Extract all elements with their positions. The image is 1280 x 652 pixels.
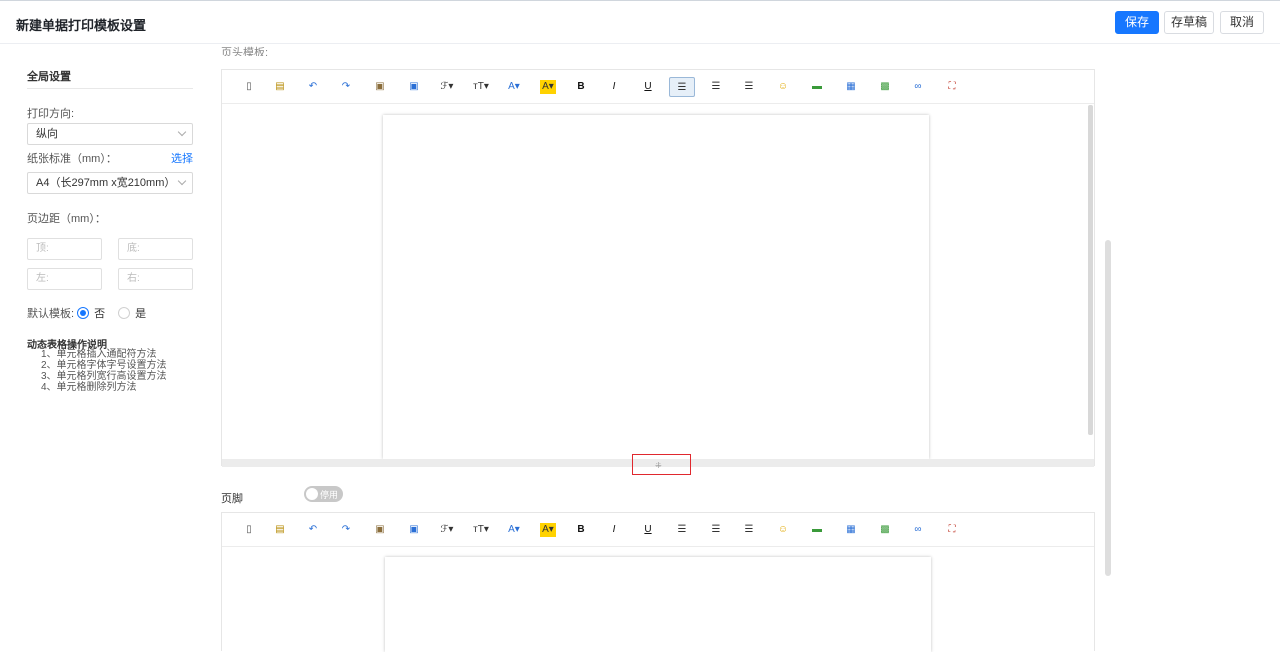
font-icon[interactable]: ℱ▾ (434, 520, 460, 540)
font-color-icon[interactable]: A▾ (501, 77, 527, 97)
orientation-value: 纵向 (36, 128, 58, 140)
footer-toggle[interactable]: 停用 (304, 486, 343, 502)
default-template-row: 默认模板: 否 是 (27, 305, 156, 321)
resize-handle[interactable]: ⁜ (632, 454, 691, 475)
save-button[interactable]: 保存 (1115, 11, 1159, 34)
emoji-icon[interactable]: ☺ (770, 520, 796, 540)
undo-icon[interactable]: ↶ (300, 77, 326, 97)
default-yes-radio[interactable] (118, 307, 131, 319)
table-icon[interactable]: ▦ (838, 520, 864, 540)
margin-bottom-input[interactable]: 底: (118, 238, 193, 260)
underline-icon[interactable]: U (635, 77, 661, 97)
align-right-icon[interactable]: ☰ (736, 77, 762, 97)
orientation-label: 打印方向: (27, 108, 75, 120)
align-left-icon[interactable]: ☰ (669, 77, 695, 97)
bg-color-icon[interactable]: A▾ (540, 523, 556, 537)
align-left-icon[interactable]: ☰ (669, 520, 695, 540)
insert-row-icon[interactable]: ▬ (804, 520, 830, 540)
editor-page[interactable] (383, 115, 929, 459)
redo-icon[interactable]: ↷ (333, 520, 359, 540)
header-template-label: 页头模板: (221, 47, 269, 56)
save-draft-button[interactable]: 存草稿 (1164, 11, 1214, 34)
bg-color-icon[interactable]: A▾ (540, 80, 556, 94)
template-icon[interactable]: ▤ (267, 520, 293, 540)
source-icon[interactable]: ▯ (236, 520, 262, 540)
bold-icon[interactable]: B (568, 77, 594, 97)
emoji-icon[interactable]: ☺ (770, 77, 796, 97)
chevron-down-icon (177, 127, 187, 137)
toggle-label: 停用 (320, 490, 339, 500)
help-link[interactable]: 3、单元格列宽行高设置方法 (41, 371, 167, 382)
help-link[interactable]: 4、单元格删除列方法 (41, 382, 167, 393)
paper-select-link[interactable]: 选择 (171, 150, 193, 166)
divider (27, 88, 193, 89)
section-title: 全局设置 (27, 71, 71, 83)
resize-grip-icon: ⁜ (655, 461, 662, 470)
italic-icon[interactable]: I (601, 77, 627, 97)
paste-text-icon[interactable]: ▣ (401, 520, 427, 540)
fullscreen-icon[interactable]: ⛶ (939, 77, 965, 97)
margin-left-input[interactable]: 左: (27, 268, 102, 290)
default-no-radio[interactable] (77, 307, 90, 319)
fullscreen-icon[interactable]: ⛶ (939, 520, 965, 540)
default-no-label: 否 (94, 308, 106, 320)
bold-icon[interactable]: B (568, 520, 594, 540)
font-size-icon[interactable]: тT▾ (468, 77, 494, 97)
chevron-down-icon (177, 176, 187, 186)
footer-editor[interactable]: ▯ ▤ ↶ ↷ ▣ ▣ ℱ▾ тT▾ A▾ A▾ B I U ☰ ☰ ☰ ☺ ▬ ▦ ▩ ∞ ⛶ (221, 512, 1095, 652)
font-icon[interactable]: ℱ▾ (434, 77, 460, 97)
default-label: 默认模板: (27, 308, 75, 320)
help-link[interactable]: 1、单元格插入通配符方法 (41, 349, 167, 360)
help-link[interactable]: 2、单元格字体字号设置方法 (41, 360, 167, 371)
paste-icon[interactable]: ▣ (367, 520, 393, 540)
paste-text-icon[interactable]: ▣ (401, 77, 427, 97)
template-icon[interactable]: ▤ (267, 77, 293, 97)
undo-icon[interactable]: ↶ (300, 520, 326, 540)
paper-label: 纸张标准（mm）： (27, 153, 117, 165)
footer-label: 页脚 (221, 493, 243, 505)
link-icon[interactable]: ∞ (905, 77, 931, 97)
paste-icon[interactable]: ▣ (367, 77, 393, 97)
header-editor[interactable]: ▯ ▤ ↶ ↷ ▣ ▣ ℱ▾ тT▾ A▾ A▾ B I U ☰ ☰ ☰ ☺ ▬ ▦ ▩ ∞ ⛶ ⁜ (221, 69, 1095, 475)
table-icon[interactable]: ▦ (838, 77, 864, 97)
editor-resize-bar[interactable]: ⁜ (222, 454, 1094, 475)
align-center-icon[interactable]: ☰ (703, 520, 729, 540)
insert-row-icon[interactable]: ▬ (804, 77, 830, 97)
paper-value: A4（长297mm x宽210mm） (36, 177, 176, 189)
editor-toolbar: ▯ ▤ ↶ ↷ ▣ ▣ ℱ▾ тT▾ A▾ A▾ B I U ☰ ☰ ☰ ☺ ▬ ▦ ▩ ∞ ⛶ (222, 70, 1094, 104)
link-icon[interactable]: ∞ (905, 520, 931, 540)
font-size-icon[interactable]: тT▾ (468, 520, 494, 540)
margin-top-input[interactable]: 顶: (27, 238, 102, 260)
page-scrollbar[interactable] (1105, 240, 1111, 576)
italic-icon[interactable]: I (601, 520, 627, 540)
align-right-icon[interactable]: ☰ (736, 520, 762, 540)
help-list: 1、单元格插入通配符方法 2、单元格字体字号设置方法 3、单元格列宽行高设置方法… (41, 349, 167, 393)
editor-scrollbar[interactable] (1088, 105, 1093, 435)
toggle-knob (306, 488, 318, 500)
underline-icon[interactable]: U (635, 520, 661, 540)
margin-label: 页边距（mm）： (27, 213, 106, 225)
editor-toolbar: ▯ ▤ ↶ ↷ ▣ ▣ ℱ▾ тT▾ A▾ A▾ B I U ☰ ☰ ☰ ☺ ▬ ▦ ▩ ∞ ⛶ (222, 513, 1094, 547)
page-header: 新建单据打印模板设置 保存 存草稿 取消 (0, 1, 1280, 44)
align-center-icon[interactable]: ☰ (703, 77, 729, 97)
margin-right-input[interactable]: 右: (118, 268, 193, 290)
source-icon[interactable]: ▯ (236, 77, 262, 97)
orientation-select[interactable]: 纵向 (27, 123, 193, 145)
cancel-button[interactable]: 取消 (1220, 11, 1264, 34)
paper-select[interactable]: A4（长297mm x宽210mm） (27, 172, 193, 194)
image-icon[interactable]: ▩ (872, 77, 898, 97)
default-yes-label: 是 (135, 308, 147, 320)
page-title: 新建单据打印模板设置 (16, 18, 147, 33)
editor-page[interactable] (385, 557, 931, 652)
image-icon[interactable]: ▩ (872, 520, 898, 540)
font-color-icon[interactable]: A▾ (501, 520, 527, 540)
redo-icon[interactable]: ↷ (333, 77, 359, 97)
